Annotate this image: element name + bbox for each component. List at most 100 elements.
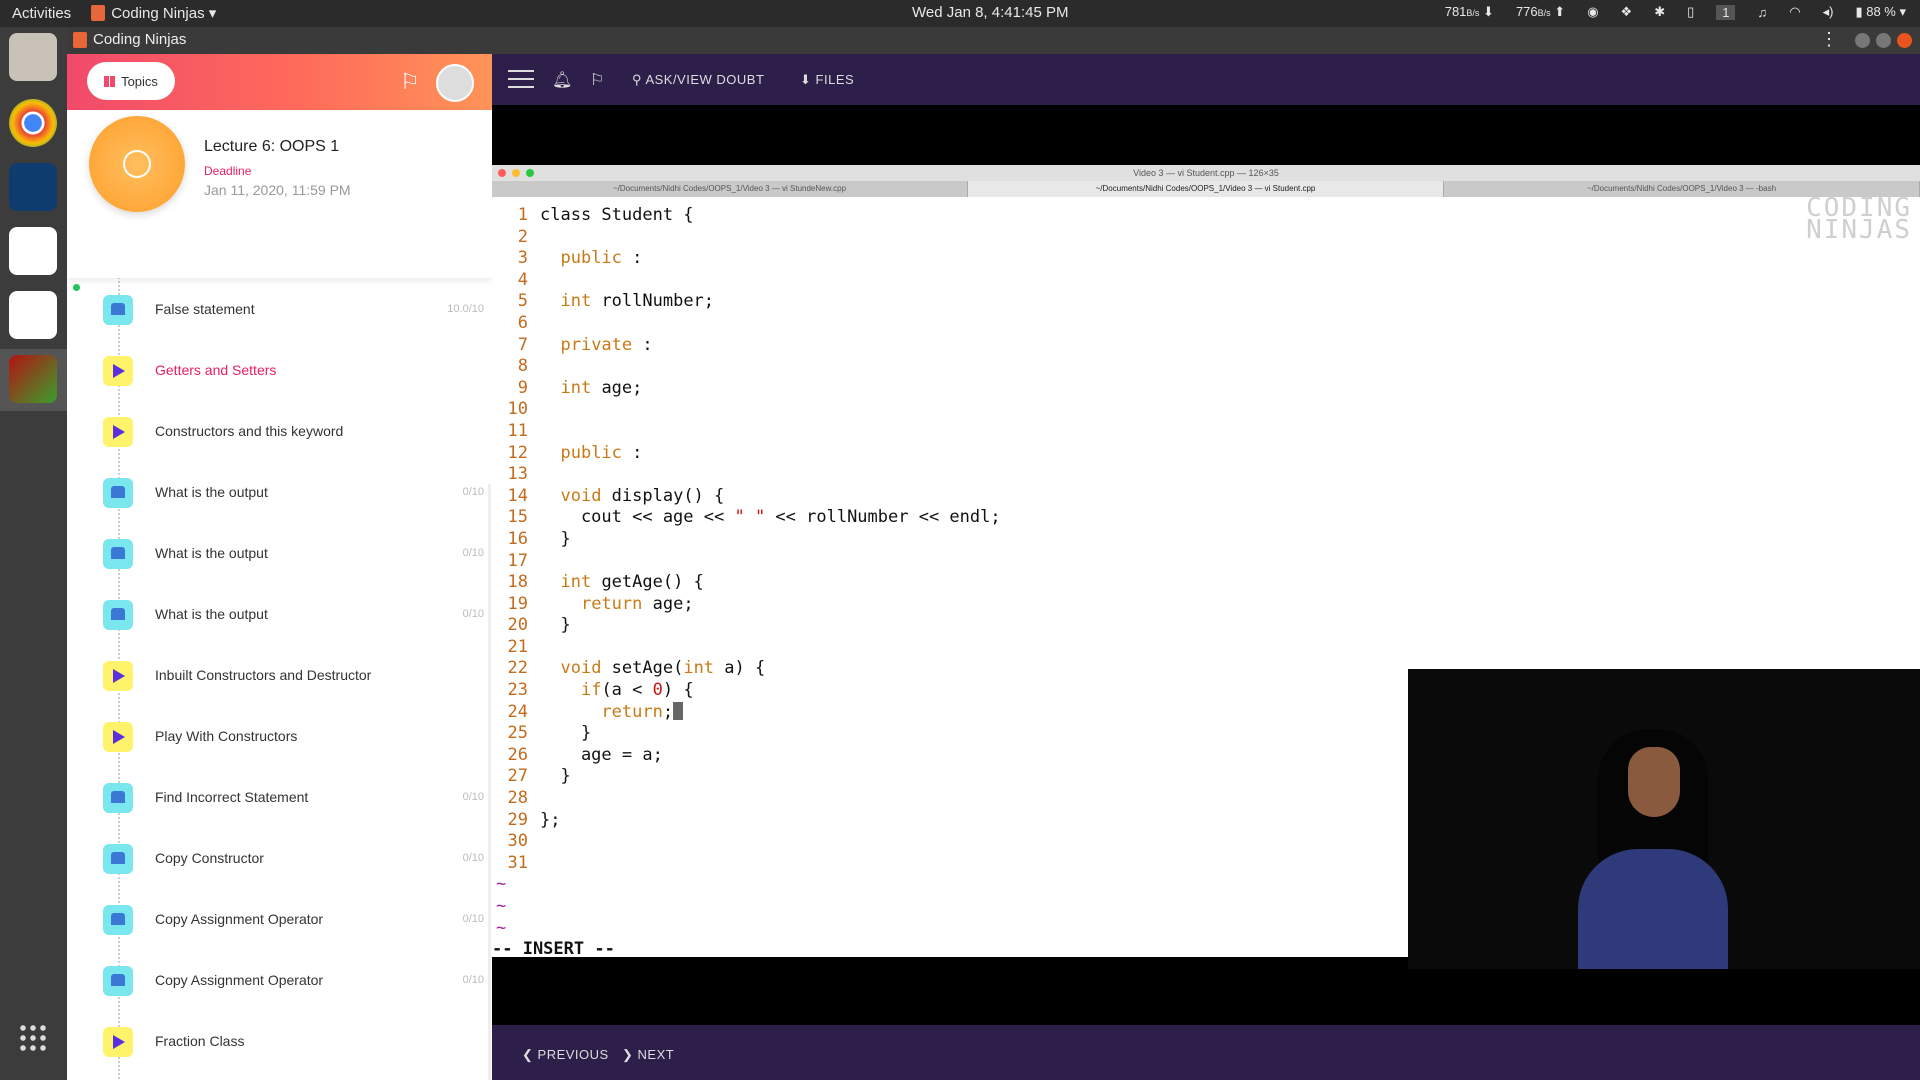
topics-button[interactable]: Topics (87, 62, 175, 100)
list-item-label: False statement (155, 301, 255, 317)
terminal-window-dots (498, 169, 534, 177)
play-icon (103, 1027, 133, 1057)
instructor-figure (1578, 729, 1728, 969)
puzzle-icon (103, 539, 133, 569)
launcher-dock (0, 27, 67, 1080)
puzzle-icon (103, 905, 133, 935)
files-app-icon[interactable] (9, 33, 57, 81)
app-menu[interactable]: Coding Ninjas ▾ (91, 4, 216, 22)
chrome-app-icon[interactable] (9, 99, 57, 147)
show-applications-icon[interactable] (18, 1023, 48, 1053)
sidebar-header: Topics ⚐ (67, 54, 492, 110)
play-icon (103, 356, 133, 386)
line-number: 1 (517, 205, 528, 225)
list-item[interactable]: Getters and Setters (67, 340, 492, 401)
wifi-icon[interactable]: ◠ (1789, 4, 1800, 20)
score-label: 0/10 (462, 852, 484, 864)
list-item[interactable]: What is the output 0/10 (67, 523, 492, 584)
list-item[interactable]: Copy Assignment Operator 0/10 (67, 950, 492, 1011)
puzzle-icon (103, 600, 133, 630)
coding-ninjas-dock-icon[interactable] (9, 227, 57, 275)
line-number: 26 (507, 744, 528, 765)
list-item-label: Play With Constructors (155, 728, 298, 744)
hamburger-menu-icon[interactable] (508, 70, 534, 88)
score-label: 0/10 (462, 547, 484, 559)
volume-icon[interactable]: ◂) (1823, 4, 1834, 20)
line-number: 27 (507, 766, 528, 787)
code-block: 1 class Student { 2 3 public : 4 5 int ro… (492, 205, 1001, 960)
next-button[interactable]: ❯ NEXT (622, 1047, 674, 1063)
window-title: Coding Ninjas (93, 31, 187, 48)
line-number: 11 (507, 420, 528, 441)
phone-icon[interactable]: ▯ (1687, 4, 1694, 20)
maximize-button[interactable] (1876, 33, 1891, 48)
line-number: 22 (507, 658, 528, 679)
list-item[interactable]: What is the output 0/10 (67, 584, 492, 645)
bookmark-outline-icon[interactable]: ⚐ (590, 70, 604, 90)
terminal-tab-active: ~/Documents/Nidhi Codes/OOPS_1/Video 3 —… (968, 181, 1444, 197)
list-item-label: Copy Assignment Operator (155, 911, 324, 927)
player-footer: ❮ PREVIOUS ❯ NEXT (492, 1025, 1920, 1080)
activities-button[interactable]: Activities (12, 5, 71, 22)
player-navbar: 🔔︎ ⚐ ⚲ ASK/VIEW DOUBT ⬇ FILES (492, 54, 1920, 105)
deadline-label: Deadline (204, 164, 252, 178)
chevron-down-icon: ▾ (208, 5, 217, 22)
line-number: 30 (507, 831, 528, 852)
line-number: 5 (517, 291, 528, 312)
network-up-indicator: 776B/s ⬆ (1515, 4, 1566, 19)
previous-button[interactable]: ❮ PREVIOUS (522, 1047, 609, 1063)
chevron-left-icon: ❮ (522, 1047, 534, 1062)
music-icon[interactable]: ♫ (1757, 5, 1767, 20)
line-number: 13 (507, 464, 528, 485)
score-label: 0/10 (462, 608, 484, 620)
app-menu-label: Coding Ninjas (111, 5, 205, 22)
window-menu-icon[interactable]: ⋮ (1820, 29, 1838, 50)
bell-icon[interactable]: 🔔︎ (552, 70, 572, 90)
list-item[interactable]: Play With Constructors (67, 706, 492, 767)
coding-ninjas-dock-icon-2[interactable] (9, 291, 57, 339)
line-number: 23 (507, 680, 528, 701)
line-number: 25 (507, 723, 528, 744)
list-item[interactable]: Fraction Class contd (67, 1072, 492, 1080)
record-icon[interactable]: ◉ (1587, 4, 1598, 20)
workspace-indicator[interactable]: 1 (1716, 4, 1736, 20)
list-item-label: What is the output (155, 484, 268, 500)
list-item[interactable]: False statement 10.0/10 (67, 279, 492, 340)
minimize-button[interactable] (1855, 33, 1870, 48)
list-item[interactable]: Fraction Class (67, 1011, 492, 1072)
video-player[interactable]: Video 3 — vi Student.cpp — 126×35 ~/Docu… (492, 105, 1920, 1025)
line-number: 20 (507, 615, 528, 636)
score-label: 0/10 (462, 974, 484, 986)
line-number: 7 (517, 334, 528, 355)
webcam-overlay (1408, 669, 1920, 969)
ask-doubt-button[interactable]: ⚲ ASK/VIEW DOUBT (632, 72, 764, 88)
line-number: 16 (507, 528, 528, 549)
system-clock[interactable]: Wed Jan 8, 4:41:45 PM (912, 4, 1068, 21)
list-item-label: Fraction Class (155, 1033, 245, 1049)
completed-dot-icon (73, 284, 80, 291)
battery-indicator[interactable]: ▮ 88 % ▾ (1855, 4, 1906, 20)
topics-sidebar: Topics ⚐ Lecture 6: OOPS 1 Deadline Jan … (67, 54, 492, 1080)
dropbox-icon[interactable]: ❖ (1621, 4, 1633, 20)
line-number: 2 (517, 226, 528, 247)
list-item[interactable]: Inbuilt Constructors and Destructor (67, 645, 492, 706)
bookmark-icon[interactable]: ⚐ (400, 69, 420, 95)
list-item[interactable]: Constructors and this keyword (67, 401, 492, 462)
play-icon (103, 722, 133, 752)
list-item[interactable]: Copy Constructor 0/10 (67, 828, 492, 889)
system-top-bar: Activities Coding Ninjas ▾ Wed Jan 8, 4:… (0, 0, 1920, 27)
sidebar-scrollbar[interactable] (488, 484, 491, 1080)
list-item[interactable]: Copy Assignment Operator 0/10 (67, 889, 492, 950)
avatar[interactable] (436, 64, 474, 102)
coding-ninjas-window-icon (73, 31, 87, 48)
slack-icon[interactable]: ✱ (1654, 4, 1665, 20)
text-cursor (673, 701, 684, 720)
list-item[interactable]: What is the output 0/10 (67, 462, 492, 523)
close-button[interactable] (1897, 33, 1912, 48)
list-item[interactable]: Find Incorrect Statement 0/10 (67, 767, 492, 828)
vscode-app-icon[interactable] (9, 163, 57, 211)
list-item-label: What is the output (155, 545, 268, 561)
drawing-app-icon[interactable] (9, 355, 57, 403)
puzzle-icon (103, 844, 133, 874)
files-button[interactable]: ⬇ FILES (800, 72, 854, 88)
